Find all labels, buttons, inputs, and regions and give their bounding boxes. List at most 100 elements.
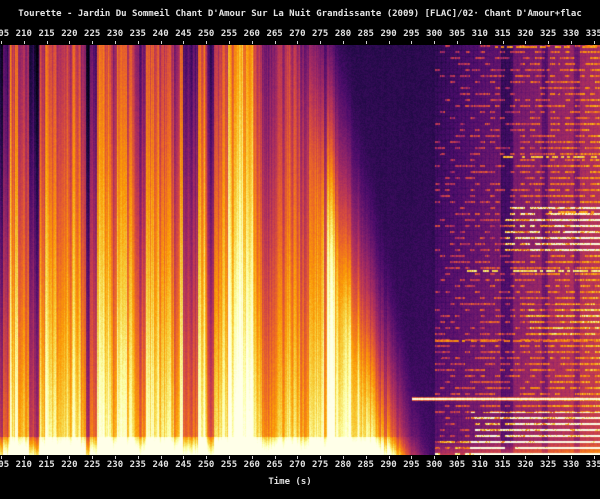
tick-label-295: 295 — [403, 460, 419, 470]
tick-mark — [47, 41, 48, 44]
tick-mark — [503, 41, 504, 44]
window-title: Tourette - Jardin Du Sommeil Chant D'Amo… — [0, 9, 600, 19]
tick-label-210: 210 — [16, 460, 32, 470]
tick-label-240: 240 — [152, 29, 168, 39]
tick-label-265: 265 — [266, 460, 282, 470]
tick-label-235: 235 — [130, 29, 146, 39]
tick-mark — [24, 456, 25, 459]
tick-label-215: 215 — [38, 29, 54, 39]
tick-label-280: 280 — [335, 460, 351, 470]
tick-mark — [525, 41, 526, 44]
tick-label-320: 320 — [517, 460, 533, 470]
tick-mark — [275, 41, 276, 44]
tick-mark — [297, 456, 298, 459]
tick-mark — [206, 456, 207, 459]
tick-mark — [252, 41, 253, 44]
tick-label-220: 220 — [61, 460, 77, 470]
tick-label-240: 240 — [152, 460, 168, 470]
tick-mark — [320, 41, 321, 44]
tick-mark — [594, 456, 595, 459]
tick-label-205: 205 — [0, 460, 9, 470]
tick-mark — [69, 41, 70, 44]
tick-mark — [503, 456, 504, 459]
tick-label-270: 270 — [289, 29, 305, 39]
spectrogram-window: Tourette - Jardin Du Sommeil Chant D'Amo… — [0, 0, 600, 499]
tick-label-255: 255 — [221, 460, 237, 470]
tick-mark — [457, 41, 458, 44]
tick-label-295: 295 — [403, 29, 419, 39]
tick-label-320: 320 — [517, 29, 533, 39]
tick-mark — [571, 41, 572, 44]
tick-mark — [389, 41, 390, 44]
tick-label-260: 260 — [244, 29, 260, 39]
tick-label-330: 330 — [563, 460, 579, 470]
tick-label-305: 305 — [449, 460, 465, 470]
tick-mark — [138, 41, 139, 44]
tick-mark — [343, 41, 344, 44]
tick-label-300: 300 — [426, 29, 442, 39]
tick-label-335: 335 — [586, 29, 600, 39]
tick-mark — [92, 41, 93, 44]
tick-mark — [183, 456, 184, 459]
tick-mark — [594, 41, 595, 44]
tick-label-225: 225 — [84, 29, 100, 39]
tick-mark — [343, 456, 344, 459]
tick-label-305: 305 — [449, 29, 465, 39]
tick-mark — [1, 41, 2, 44]
tick-mark — [366, 456, 367, 459]
tick-label-230: 230 — [107, 460, 123, 470]
tick-label-290: 290 — [380, 460, 396, 470]
tick-label-285: 285 — [358, 460, 374, 470]
tick-label-260: 260 — [244, 460, 260, 470]
tick-label-315: 315 — [494, 29, 510, 39]
tick-mark — [434, 41, 435, 44]
tick-label-335: 335 — [586, 460, 600, 470]
tick-mark — [525, 456, 526, 459]
tick-label-325: 325 — [540, 29, 556, 39]
tick-mark — [297, 41, 298, 44]
tick-mark — [115, 456, 116, 459]
tick-label-275: 275 — [312, 460, 328, 470]
tick-label-245: 245 — [175, 460, 191, 470]
tick-mark — [411, 456, 412, 459]
tick-mark — [161, 456, 162, 459]
tick-label-250: 250 — [198, 29, 214, 39]
tick-mark — [115, 41, 116, 44]
tick-label-230: 230 — [107, 29, 123, 39]
tick-label-280: 280 — [335, 29, 351, 39]
tick-mark — [548, 41, 549, 44]
tick-label-235: 235 — [130, 460, 146, 470]
tick-label-250: 250 — [198, 460, 214, 470]
tick-mark — [411, 41, 412, 44]
tick-mark — [434, 456, 435, 459]
tick-mark — [161, 41, 162, 44]
tick-label-215: 215 — [38, 460, 54, 470]
tick-mark — [457, 456, 458, 459]
tick-mark — [229, 456, 230, 459]
tick-mark — [69, 456, 70, 459]
tick-label-310: 310 — [472, 460, 488, 470]
tick-mark — [92, 456, 93, 459]
tick-label-265: 265 — [266, 29, 282, 39]
tick-label-270: 270 — [289, 460, 305, 470]
tick-mark — [183, 41, 184, 44]
tick-label-205: 205 — [0, 29, 9, 39]
tick-label-330: 330 — [563, 29, 579, 39]
tick-label-290: 290 — [380, 29, 396, 39]
tick-mark — [206, 41, 207, 44]
tick-label-255: 255 — [221, 29, 237, 39]
tick-mark — [47, 456, 48, 459]
tick-mark — [138, 456, 139, 459]
tick-label-300: 300 — [426, 460, 442, 470]
tick-mark — [366, 41, 367, 44]
tick-label-245: 245 — [175, 29, 191, 39]
tick-mark — [1, 456, 2, 459]
tick-label-210: 210 — [16, 29, 32, 39]
tick-label-220: 220 — [61, 29, 77, 39]
tick-label-275: 275 — [312, 29, 328, 39]
tick-mark — [480, 456, 481, 459]
time-axis-top: 205 210 215 220 225 230 235 240 245 250 255 260 265 2… — [0, 28, 600, 45]
time-axis-bottom: 2052102152202252302352402452502552602652… — [0, 455, 600, 471]
tick-mark — [229, 41, 230, 44]
tick-label-310: 310 — [472, 29, 488, 39]
